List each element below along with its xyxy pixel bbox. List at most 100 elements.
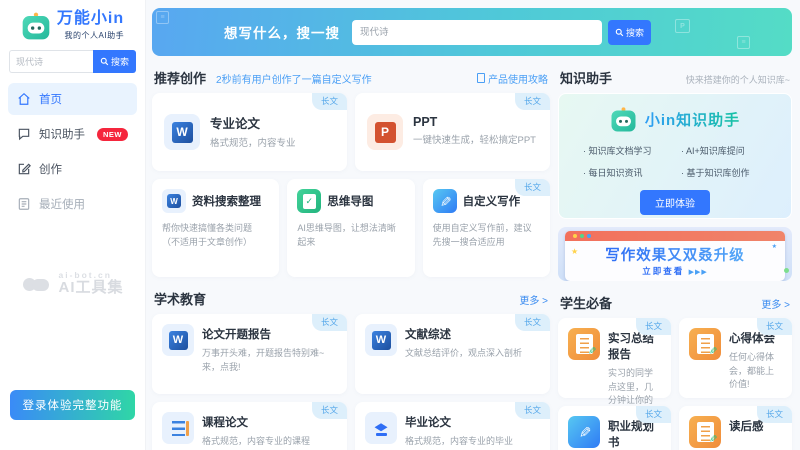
activity-ticker: 2秒前有用户创作了一篇自定义写作	[216, 71, 372, 86]
long-text-badge: 长文	[312, 93, 347, 110]
card-professional-paper[interactable]: 长文 W 专业论文 格式规范，内容专业	[152, 93, 347, 171]
long-text-badge: 长文	[312, 402, 347, 419]
promo-cta: 立即查看	[642, 266, 684, 276]
watermark-name: AI工具集	[58, 280, 123, 297]
robot-logo-icon	[21, 11, 51, 41]
long-text-badge: 长文	[636, 406, 671, 423]
doc-decor-icon: ≡	[737, 36, 750, 49]
promo-titlebar	[565, 231, 785, 241]
banner-search: 搜索	[352, 20, 651, 45]
app-title: 万能小in	[57, 11, 124, 27]
new-badge: NEW	[97, 128, 128, 141]
section-title-recommend: 推荐创作	[154, 68, 206, 87]
card-course-paper[interactable]: 长文 课程论文 格式规范，内容专业的课程	[152, 402, 347, 450]
section-title-knowledge: 知识助手	[560, 68, 612, 87]
long-text-badge: 长文	[515, 93, 550, 110]
product-guide-link[interactable]: 产品使用攻略	[477, 71, 548, 86]
app-subtitle: 我的个人AI助手	[57, 30, 124, 41]
mindmap-icon: ✓	[297, 189, 321, 213]
word-icon: W	[162, 324, 194, 356]
card-internship-report[interactable]: 长文 ✎ 实习总结报告 实习的同学点这里，几分钟让你的实习总结报告内容满满	[558, 318, 671, 398]
graduation-cap-icon: ◆	[365, 412, 397, 444]
card-literature-review[interactable]: 长文 W 文献综述 文献总结评价，观点深入剖析	[355, 314, 550, 394]
card-material-search[interactable]: W 资料搜索整理 帮你快速搞懂各类问题（不适用于文章创作）	[152, 179, 279, 277]
card-graduation-thesis[interactable]: 长文 ◆ 毕业论文 格式规范，内容专业的毕业	[355, 402, 550, 450]
home-icon	[17, 92, 31, 106]
word-icon: W	[164, 114, 200, 150]
sidebar-item-label: 创作	[39, 161, 62, 177]
edit-icon	[17, 162, 31, 176]
star-icon: ★	[571, 247, 578, 256]
doc-decor-icon: ≡	[156, 11, 169, 24]
sidebar-search-button[interactable]: 搜索	[93, 50, 136, 73]
sidebar-search-input[interactable]	[9, 50, 93, 73]
recent-file-icon	[17, 197, 31, 211]
card-reflections[interactable]: 长文 ✎ 心得体会 任何心得体会，都能上价值!	[679, 318, 792, 398]
knowledge-feature: · AI+知识库提问	[681, 144, 779, 157]
card-ppt[interactable]: 长文 P PPT 一键快速生成，轻松搞定PPT	[355, 93, 550, 171]
section-title-students: 学生必备	[560, 293, 612, 312]
knowledge-feature: · 基于知识库创作	[681, 166, 779, 179]
login-button[interactable]: 登录体验完整功能	[10, 390, 135, 420]
sidebar-item-home[interactable]: 首页	[8, 83, 137, 115]
long-text-badge: 长文	[757, 318, 792, 335]
search-banner: ≡ P ≡ 想写什么，搜一搜 搜索	[152, 8, 792, 56]
long-text-badge: 长文	[515, 314, 550, 331]
knowledge-feature: · 每日知识资讯	[583, 166, 681, 179]
section-title-academic: 学术教育	[154, 289, 206, 308]
ppt-icon: P	[367, 114, 403, 150]
knowledge-assistant-card: 小in知识助手 · 知识库文档学习 · AI+知识库提问 · 每日知识资讯 · …	[558, 93, 792, 219]
card-mindmap[interactable]: ✓ 思维导图 AI思维导图，让想法清晰起来	[287, 179, 414, 277]
sidebar: 万能小in 我的个人AI助手 搜索 首页 知识助手 NEW 创	[0, 0, 146, 450]
card-thesis-proposal[interactable]: 长文 W 论文开题报告 万事开头难，开题报告特别难~来，点我!	[152, 314, 347, 394]
recommend-section: 推荐创作 2秒前有用户创作了一篇自定义写作 产品使用攻略 长文 W 专业论文 格…	[152, 66, 550, 450]
app-logo: 万能小in 我的个人AI助手	[0, 0, 145, 48]
main-content: ≡ P ≡ 想写什么，搜一搜 搜索 推荐创作 2秒前有用户创作了一篇自定义写作	[146, 0, 800, 450]
card-career-plan[interactable]: 长文 ✎ 职业规划书	[558, 406, 671, 450]
app-window: 万能小in 我的个人AI助手 搜索 首页 知识助手 NEW 创	[0, 0, 800, 450]
knowledge-feature: · 知识库文档学习	[583, 144, 681, 157]
report-icon: ✎	[568, 328, 600, 360]
long-text-badge: 长文	[757, 406, 792, 423]
word-icon: W	[365, 324, 397, 356]
knowledge-card-title: 小in知识助手	[645, 109, 740, 130]
report-icon: ✎	[689, 416, 721, 448]
word-icon: W	[162, 189, 186, 213]
sidebar-item-recent[interactable]: 最近使用	[8, 188, 137, 220]
cloud-logo-icon	[21, 276, 51, 291]
pen-icon: ✎	[433, 189, 457, 213]
ppt-decor-icon: P	[675, 19, 690, 33]
arrows-icon: ▶▶▶	[689, 269, 708, 276]
search-icon	[100, 57, 109, 66]
banner-search-input[interactable]	[352, 20, 602, 45]
academic-more-link[interactable]: 更多 >	[519, 292, 548, 307]
sidebar-nav: 首页 知识助手 NEW 创作 最近使用	[0, 83, 145, 220]
banner-search-button[interactable]: 搜索	[608, 20, 651, 45]
sidebar-item-label: 知识助手	[39, 126, 85, 142]
sidebar-item-label: 最近使用	[39, 196, 85, 212]
academic-section: 学术教育 更多 > 长文 W 论文开题报告 万事开头难，开题报告特别难~来，点我…	[152, 289, 550, 450]
card-book-review[interactable]: 长文 ✎ 读后感	[679, 406, 792, 450]
promo-banner[interactable]: ★ ★ 写作效果又双叒升级 立即查看 ▶▶▶	[558, 227, 792, 281]
sidebar-item-knowledge[interactable]: 知识助手 NEW	[8, 118, 137, 150]
try-now-button[interactable]: 立即体验	[640, 190, 710, 215]
students-more-link[interactable]: 更多 >	[761, 296, 790, 311]
promo-title: 写作效果又双叒升级	[605, 244, 745, 265]
long-text-badge: 长文	[312, 314, 347, 331]
students-section: 学生必备 更多 > 长文 ✎ 实习总结报告 实习的同学点这里，几分钟让你的实习总…	[558, 293, 792, 450]
dot-decor	[784, 268, 789, 273]
pen-icon: ✎	[568, 416, 600, 448]
watermark: ai-bot.cn AI工具集	[0, 270, 145, 297]
long-text-badge: 长文	[515, 179, 550, 196]
robot-icon	[610, 106, 637, 133]
star-icon: ★	[772, 243, 777, 250]
banner-prompt: 想写什么，搜一搜	[224, 22, 340, 42]
doc-icon	[477, 73, 485, 83]
knowledge-section: 知识助手 快来搭建你的个人知识库~ 小in知识助手 · 知识库文档学习 · AI…	[558, 66, 792, 450]
sidebar-search: 搜索	[9, 50, 136, 73]
report-icon: ✎	[689, 328, 721, 360]
long-text-badge: 长文	[636, 318, 671, 335]
card-custom-writing[interactable]: 长文 ✎ 自定义写作 使用自定义写作前，建议先搜一搜合适应用	[423, 179, 550, 277]
search-icon	[615, 28, 624, 37]
sidebar-item-create[interactable]: 创作	[8, 153, 137, 185]
